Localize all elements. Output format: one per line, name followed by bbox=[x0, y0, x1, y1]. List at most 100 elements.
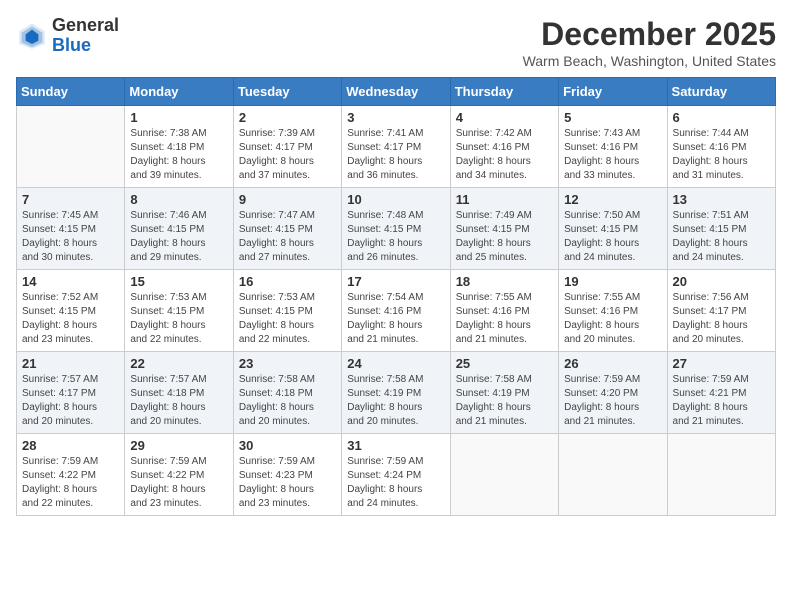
calendar-week-row: 21 Sunrise: 7:57 AM Sunset: 4:17 PM Dayli… bbox=[17, 352, 776, 434]
calendar-cell: 6 Sunrise: 7:44 AM Sunset: 4:16 PM Daylig… bbox=[667, 106, 775, 188]
calendar-cell: 23Sunrise: 7:58 AM Sunset: 4:18 PM Dayli… bbox=[233, 352, 341, 434]
day-number: 2 bbox=[239, 110, 336, 125]
calendar-week-row: 28 Sunrise: 7:59 AM Sunset: 4:22 PM Dayli… bbox=[17, 434, 776, 516]
calendar-cell: 19 Sunrise: 7:55 AM Sunset: 4:16 PM Dayli… bbox=[559, 270, 667, 352]
calendar-cell: 25 Sunrise: 7:58 AM Sunset: 4:19 PM Dayli… bbox=[450, 352, 558, 434]
calendar-cell bbox=[667, 434, 775, 516]
calendar-cell: 3Sunrise: 7:41 AM Sunset: 4:17 PM Daylig… bbox=[342, 106, 450, 188]
calendar-cell: 13 Sunrise: 7:51 AM Sunset: 4:15 PM Dayli… bbox=[667, 188, 775, 270]
calendar-cell: 16 Sunrise: 7:53 AM Sunset: 4:15 PM Dayli… bbox=[233, 270, 341, 352]
calendar-cell: 4Sunrise: 7:42 AM Sunset: 4:16 PM Daylig… bbox=[450, 106, 558, 188]
day-number: 18 bbox=[456, 274, 553, 289]
day-number: 19 bbox=[564, 274, 661, 289]
logo: General Blue bbox=[16, 16, 119, 56]
cell-content: Sunrise: 7:58 AM Sunset: 4:18 PM Dayligh… bbox=[239, 373, 336, 429]
calendar-cell: 18 Sunrise: 7:55 AM Sunset: 4:16 PM Dayli… bbox=[450, 270, 558, 352]
cell-content: Sunrise: 7:58 AM Sunset: 4:19 PM Dayligh… bbox=[456, 373, 553, 429]
calendar-cell: 5Sunrise: 7:43 AM Sunset: 4:16 PM Daylig… bbox=[559, 106, 667, 188]
column-header-saturday: Saturday bbox=[667, 78, 775, 106]
cell-content: Sunrise: 7:51 AM Sunset: 4:15 PM Dayligh… bbox=[673, 209, 770, 265]
cell-content: Sunrise: 7:59 AM Sunset: 4:22 PM Dayligh… bbox=[130, 455, 227, 511]
day-number: 22 bbox=[130, 356, 227, 371]
cell-content: Sunrise: 7:44 AM Sunset: 4:16 PM Dayligh… bbox=[673, 127, 770, 183]
column-header-thursday: Thursday bbox=[450, 78, 558, 106]
day-number: 11 bbox=[456, 192, 553, 207]
cell-content: Sunrise: 7:41 AM Sunset: 4:17 PM Dayligh… bbox=[347, 127, 444, 183]
day-number: 17 bbox=[347, 274, 444, 289]
calendar-cell bbox=[559, 434, 667, 516]
day-number: 1 bbox=[130, 110, 227, 125]
cell-content: Sunrise: 7:45 AM Sunset: 4:15 PM Dayligh… bbox=[22, 209, 119, 265]
title-block: December 2025 Warm Beach, Washington, Un… bbox=[523, 16, 776, 69]
day-number: 10 bbox=[347, 192, 444, 207]
cell-content: Sunrise: 7:53 AM Sunset: 4:15 PM Dayligh… bbox=[130, 291, 227, 347]
day-number: 8 bbox=[130, 192, 227, 207]
calendar-week-row: 14 Sunrise: 7:52 AM Sunset: 4:15 PM Dayli… bbox=[17, 270, 776, 352]
calendar-cell: 22 Sunrise: 7:57 AM Sunset: 4:18 PM Dayli… bbox=[125, 352, 233, 434]
calendar-cell: 31 Sunrise: 7:59 AM Sunset: 4:24 PM Dayli… bbox=[342, 434, 450, 516]
day-number: 16 bbox=[239, 274, 336, 289]
day-number: 14 bbox=[22, 274, 119, 289]
calendar-cell: 8 Sunrise: 7:46 AM Sunset: 4:15 PM Daylig… bbox=[125, 188, 233, 270]
day-number: 24 bbox=[347, 356, 444, 371]
calendar-cell: 10Sunrise: 7:48 AM Sunset: 4:15 PM Dayli… bbox=[342, 188, 450, 270]
day-number: 25 bbox=[456, 356, 553, 371]
calendar-cell: 1 Sunrise: 7:38 AM Sunset: 4:18 PM Daylig… bbox=[125, 106, 233, 188]
day-number: 27 bbox=[673, 356, 770, 371]
cell-content: Sunrise: 7:57 AM Sunset: 4:18 PM Dayligh… bbox=[130, 373, 227, 429]
calendar-table: SundayMondayTuesdayWednesdayThursdayFrid… bbox=[16, 77, 776, 516]
cell-content: Sunrise: 7:46 AM Sunset: 4:15 PM Dayligh… bbox=[130, 209, 227, 265]
day-number: 20 bbox=[673, 274, 770, 289]
calendar-cell: 30 Sunrise: 7:59 AM Sunset: 4:23 PM Dayli… bbox=[233, 434, 341, 516]
day-number: 6 bbox=[673, 110, 770, 125]
cell-content: Sunrise: 7:55 AM Sunset: 4:16 PM Dayligh… bbox=[456, 291, 553, 347]
calendar-cell: 26Sunrise: 7:59 AM Sunset: 4:20 PM Dayli… bbox=[559, 352, 667, 434]
day-number: 29 bbox=[130, 438, 227, 453]
cell-content: Sunrise: 7:57 AM Sunset: 4:17 PM Dayligh… bbox=[22, 373, 119, 429]
cell-content: Sunrise: 7:38 AM Sunset: 4:18 PM Dayligh… bbox=[130, 127, 227, 183]
calendar-cell: 7 Sunrise: 7:45 AM Sunset: 4:15 PM Daylig… bbox=[17, 188, 125, 270]
calendar-cell: 12Sunrise: 7:50 AM Sunset: 4:15 PM Dayli… bbox=[559, 188, 667, 270]
day-number: 7 bbox=[22, 192, 119, 207]
calendar-cell: 28Sunrise: 7:59 AM Sunset: 4:22 PM Dayli… bbox=[17, 434, 125, 516]
cell-content: Sunrise: 7:42 AM Sunset: 4:16 PM Dayligh… bbox=[456, 127, 553, 183]
column-header-sunday: Sunday bbox=[17, 78, 125, 106]
day-number: 5 bbox=[564, 110, 661, 125]
calendar-cell: 14 Sunrise: 7:52 AM Sunset: 4:15 PM Dayli… bbox=[17, 270, 125, 352]
cell-content: Sunrise: 7:49 AM Sunset: 4:15 PM Dayligh… bbox=[456, 209, 553, 265]
calendar-header-row: SundayMondayTuesdayWednesdayThursdayFrid… bbox=[17, 78, 776, 106]
cell-content: Sunrise: 7:39 AM Sunset: 4:17 PM Dayligh… bbox=[239, 127, 336, 183]
day-number: 28 bbox=[22, 438, 119, 453]
cell-content: Sunrise: 7:59 AM Sunset: 4:24 PM Dayligh… bbox=[347, 455, 444, 511]
calendar-cell: 27Sunrise: 7:59 AM Sunset: 4:21 PM Dayli… bbox=[667, 352, 775, 434]
cell-content: Sunrise: 7:52 AM Sunset: 4:15 PM Dayligh… bbox=[22, 291, 119, 347]
calendar-cell: 9Sunrise: 7:47 AM Sunset: 4:15 PM Daylig… bbox=[233, 188, 341, 270]
cell-content: Sunrise: 7:54 AM Sunset: 4:16 PM Dayligh… bbox=[347, 291, 444, 347]
column-header-monday: Monday bbox=[125, 78, 233, 106]
calendar-cell: 24Sunrise: 7:58 AM Sunset: 4:19 PM Dayli… bbox=[342, 352, 450, 434]
location: Warm Beach, Washington, United States bbox=[523, 53, 776, 69]
calendar-cell bbox=[450, 434, 558, 516]
calendar-cell: 17 Sunrise: 7:54 AM Sunset: 4:16 PM Dayli… bbox=[342, 270, 450, 352]
cell-content: Sunrise: 7:55 AM Sunset: 4:16 PM Dayligh… bbox=[564, 291, 661, 347]
calendar-cell bbox=[17, 106, 125, 188]
day-number: 15 bbox=[130, 274, 227, 289]
day-number: 9 bbox=[239, 192, 336, 207]
day-number: 12 bbox=[564, 192, 661, 207]
day-number: 21 bbox=[22, 356, 119, 371]
calendar-cell: 29 Sunrise: 7:59 AM Sunset: 4:22 PM Dayli… bbox=[125, 434, 233, 516]
day-number: 30 bbox=[239, 438, 336, 453]
day-number: 13 bbox=[673, 192, 770, 207]
cell-content: Sunrise: 7:59 AM Sunset: 4:23 PM Dayligh… bbox=[239, 455, 336, 511]
calendar-cell: 21 Sunrise: 7:57 AM Sunset: 4:17 PM Dayli… bbox=[17, 352, 125, 434]
column-header-wednesday: Wednesday bbox=[342, 78, 450, 106]
logo-text: General Blue bbox=[52, 16, 119, 56]
calendar-week-row: 1 Sunrise: 7:38 AM Sunset: 4:18 PM Daylig… bbox=[17, 106, 776, 188]
day-number: 26 bbox=[564, 356, 661, 371]
month-title: December 2025 bbox=[523, 16, 776, 53]
calendar-cell: 15 Sunrise: 7:53 AM Sunset: 4:15 PM Dayli… bbox=[125, 270, 233, 352]
cell-content: Sunrise: 7:56 AM Sunset: 4:17 PM Dayligh… bbox=[673, 291, 770, 347]
day-number: 31 bbox=[347, 438, 444, 453]
logo-icon bbox=[16, 20, 48, 52]
cell-content: Sunrise: 7:53 AM Sunset: 4:15 PM Dayligh… bbox=[239, 291, 336, 347]
